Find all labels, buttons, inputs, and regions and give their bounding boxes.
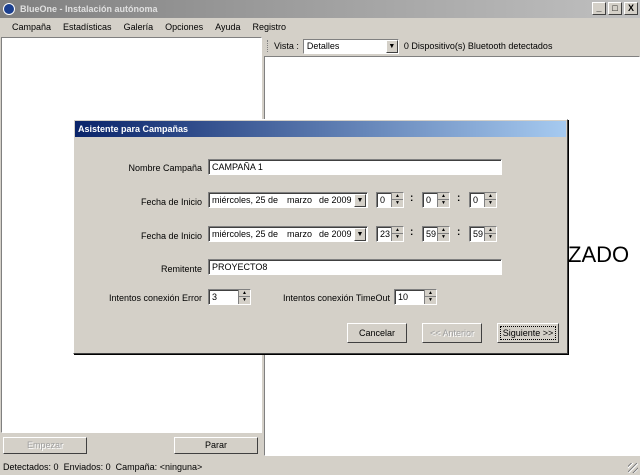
spin-arrows-icon[interactable]: ▲ ▼ [391,227,403,241]
intentos-timeout-spinner[interactable]: 10 ▲ ▼ [394,289,437,305]
menu-bar: Campaña Estadísticas Galería Opciones Ay… [0,18,640,36]
spin-arrows-icon[interactable]: ▲ ▼ [484,227,496,241]
background-status-text: ZADO [568,242,630,267]
calendar-dropdown-icon[interactable]: ▼ [354,194,366,207]
fecha-inicio-second-spinner[interactable]: 0 ▲ ▼ [469,192,497,208]
menu-ayuda[interactable]: Ayuda [209,22,246,32]
time-separator: : [457,193,461,204]
maximize-button[interactable]: □ [608,2,622,15]
menu-estadisticas[interactable]: Estadísticas [57,22,118,32]
fecha-fin-month: marzo [287,229,313,239]
stop-button[interactable]: Parar [174,437,258,454]
time-separator: : [457,227,461,238]
fecha-fin-label: Fecha de Inicio [140,231,202,241]
devices-detected-text: 0 Dispositivo(s) Bluetooth detectados [403,41,553,51]
calendar-dropdown-icon[interactable]: ▼ [354,228,366,241]
next-button[interactable]: Siguiente >> [497,323,559,343]
fecha-fin-date-picker[interactable]: miércoles, 25 de marzo de 2009 ▼ [208,226,368,242]
spin-arrows-icon[interactable]: ▲ ▼ [424,290,436,304]
fecha-fin-year: de 2009 [319,229,352,239]
menu-opciones[interactable]: Opciones [159,22,209,32]
cancel-button[interactable]: Cancelar [347,323,407,343]
fecha-fin-minute-spinner[interactable]: 59 ▲ ▼ [422,226,450,242]
window-controls: _ □ X [592,2,638,15]
start-button[interactable]: Empezar [3,437,87,454]
spin-arrows-icon[interactable]: ▲ ▼ [391,193,403,207]
status-enviados-label: Enviados: [63,461,104,472]
time-separator: : [410,227,414,238]
intentos-error-value: 3 [212,292,218,302]
intentos-timeout-value: 10 [398,292,409,302]
remitente-input[interactable]: PROYECTO8 [208,259,502,275]
fecha-fin-second: 59 [473,229,484,239]
intentos-timeout-label: Intentos conexión TimeOut [282,293,390,303]
campaign-wizard-dialog: Asistente para Campañas Nombre Campaña C… [73,119,568,354]
spin-arrows-icon[interactable]: ▲ ▼ [437,227,449,241]
fecha-fin-hour: 23 [380,229,391,239]
fecha-inicio-minute: 0 [426,195,432,205]
status-enviados-value: 0 [105,461,111,472]
view-toolbar: Vista : Detalles ▼ 0 Dispositivo(s) Blue… [264,37,640,55]
spin-arrows-icon[interactable]: ▲ ▼ [484,193,496,207]
time-separator: : [410,193,414,204]
main-window: BlueOne - Instalación autónoma _ □ X Cam… [0,0,640,475]
vista-select[interactable]: Detalles ▼ [302,38,399,54]
status-campana-value: <ninguna> [159,461,203,472]
vista-label: Vista : [274,41,299,51]
chevron-down-icon[interactable]: ▼ [385,39,398,53]
fecha-inicio-month: marzo [287,195,313,205]
remitente-label: Remitente [160,264,202,274]
menu-campana[interactable]: Campaña [6,22,57,32]
app-icon [3,3,15,15]
window-title: BlueOne - Instalación autónoma [20,4,158,14]
previous-button[interactable]: << Anterior [422,323,482,343]
fecha-inicio-label: Fecha de Inicio [140,197,202,207]
status-campana-label: Campaña: [115,461,158,472]
status-detectados-label: Detectados: [3,461,52,472]
fecha-inicio-year: de 2009 [319,195,352,205]
fecha-fin-hour-spinner[interactable]: 23 ▲ ▼ [376,226,404,242]
dialog-title: Asistente para Campañas [75,121,566,137]
status-detectados-value: 0 [53,461,59,472]
fecha-inicio-second: 0 [473,195,479,205]
fecha-inicio-hour-spinner[interactable]: 0 ▲ ▼ [376,192,404,208]
title-bar: BlueOne - Instalación autónoma _ □ X [0,0,640,18]
minimize-button[interactable]: _ [592,2,606,15]
spin-arrows-icon[interactable]: ▲ ▼ [437,193,449,207]
fecha-fin-minute: 59 [426,229,437,239]
fecha-fin-weekday: miércoles, 25 de [212,229,279,239]
nombre-campana-input[interactable]: CAMPAÑA 1 [208,159,502,175]
resize-grip[interactable] [628,463,638,473]
intentos-error-label: Intentos conexión Error [108,293,202,303]
status-bar: Detectados: 0 Enviados: 0 Campaña: <ning… [0,458,640,475]
toolbar-grip[interactable] [267,40,270,52]
menu-galeria[interactable]: Galería [118,22,160,32]
menu-registro[interactable]: Registro [246,22,292,32]
vista-value: Detalles [306,41,340,51]
intentos-error-spinner[interactable]: 3 ▲ ▼ [208,289,251,305]
spin-arrows-icon[interactable]: ▲ ▼ [238,290,250,304]
nombre-campana-label: Nombre Campaña [128,163,202,173]
fecha-inicio-minute-spinner[interactable]: 0 ▲ ▼ [422,192,450,208]
close-button[interactable]: X [624,2,638,15]
fecha-inicio-hour: 0 [380,195,386,205]
fecha-inicio-weekday: miércoles, 25 de [212,195,279,205]
fecha-fin-second-spinner[interactable]: 59 ▲ ▼ [469,226,497,242]
fecha-inicio-date-picker[interactable]: miércoles, 25 de marzo de 2009 ▼ [208,192,368,208]
